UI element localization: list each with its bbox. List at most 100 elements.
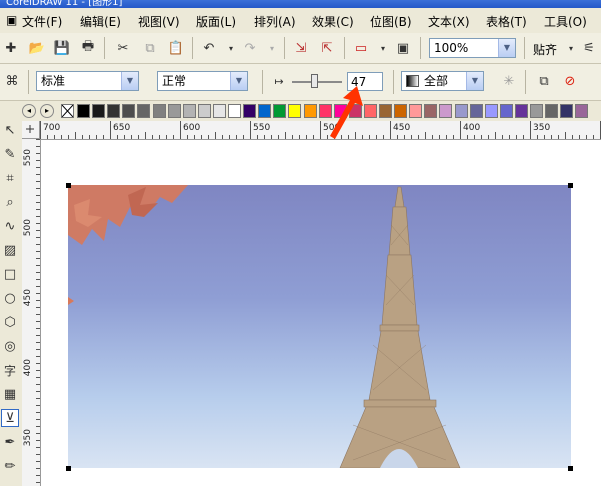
transparency-type-select[interactable]: 标准 ▼: [36, 71, 139, 91]
color-swatch[interactable]: [530, 104, 543, 118]
menu-file[interactable]: 文件(F): [22, 13, 62, 30]
color-swatch[interactable]: [469, 104, 483, 118]
selection-handle-bottom-left[interactable]: [66, 466, 71, 471]
chevron-down-icon[interactable]: ▼: [121, 72, 138, 90]
new-document-icon[interactable]: ✚: [2, 39, 20, 57]
print-icon[interactable]: 🖶: [79, 39, 97, 57]
menu-text[interactable]: 文本(X): [428, 13, 470, 30]
ellipse-tool-icon[interactable]: ○: [1, 289, 19, 307]
selection-handle-bottom-right[interactable]: [568, 466, 573, 471]
menu-arrange[interactable]: 排列(A): [254, 13, 296, 30]
color-swatch[interactable]: [107, 104, 121, 118]
color-swatch[interactable]: [212, 104, 226, 118]
apply-to-select[interactable]: 全部 ▼: [401, 71, 484, 91]
menu-bitmaps[interactable]: 位图(B): [370, 13, 412, 30]
paste-icon[interactable]: 📋: [167, 39, 185, 57]
chevron-down-icon[interactable]: ▼: [498, 39, 515, 57]
table-tool-icon[interactable]: ▦: [1, 385, 19, 403]
color-swatch[interactable]: [575, 104, 589, 118]
redo-icon[interactable]: ↷: [241, 39, 259, 57]
merge-mode-select[interactable]: 正常 ▼: [157, 71, 248, 91]
snap-to-label[interactable]: 贴齐: [533, 41, 557, 58]
color-swatch[interactable]: [424, 104, 438, 118]
outline-tool-icon[interactable]: ✏: [1, 457, 19, 475]
polygon-tool-icon[interactable]: ⬡: [1, 313, 19, 331]
rectangle-tool-icon[interactable]: □: [1, 265, 19, 283]
cut-icon[interactable]: ✂: [114, 39, 132, 57]
vertical-ruler[interactable]: 550 500 450 400 350: [22, 139, 41, 486]
no-color-swatch[interactable]: [61, 104, 74, 118]
palette-scroll-right-icon[interactable]: ▸: [40, 104, 54, 118]
zoom-level-select[interactable]: 100% ▼: [429, 38, 516, 58]
text-tool-icon[interactable]: 字: [1, 361, 19, 379]
freehand-tool-icon[interactable]: ∿: [1, 217, 19, 235]
color-swatch[interactable]: [288, 104, 302, 118]
selection-handle-top-left[interactable]: [66, 183, 71, 188]
chevron-down-icon[interactable]: ▼: [230, 72, 247, 90]
color-swatch[interactable]: [152, 104, 166, 118]
color-swatch[interactable]: [122, 104, 136, 118]
color-swatch[interactable]: [92, 104, 106, 118]
color-swatch[interactable]: [303, 104, 317, 118]
color-swatch[interactable]: [454, 104, 468, 118]
transparency-tool-icon[interactable]: ⊻: [1, 409, 19, 427]
copy-icon[interactable]: ⧉: [141, 39, 159, 57]
pick-tool-icon[interactable]: ↖: [1, 121, 19, 139]
freeze-icon[interactable]: ✳: [500, 72, 518, 90]
smart-fill-icon[interactable]: ▨: [1, 241, 19, 259]
welcome-screen-icon[interactable]: ▣: [394, 39, 412, 57]
zoom-tool-icon[interactable]: ⌕: [1, 193, 19, 211]
menu-tools[interactable]: 工具(O): [544, 13, 587, 30]
app-menu-icon[interactable]: ▣: [6, 13, 17, 27]
ruler-origin[interactable]: [22, 121, 40, 139]
palette-scroll-left-icon[interactable]: ◂: [22, 104, 36, 118]
menu-effects[interactable]: 效果(C): [312, 13, 354, 30]
export-icon[interactable]: ⇱: [318, 39, 336, 57]
redo-dropdown-icon[interactable]: ▾: [263, 39, 281, 57]
menu-view[interactable]: 视图(V): [138, 13, 180, 30]
undo-icon[interactable]: ↶: [200, 39, 218, 57]
launcher-dropdown-icon[interactable]: ▾: [374, 39, 392, 57]
clear-transparency-icon[interactable]: ⊘: [561, 72, 579, 90]
eiffel-tower-photo[interactable]: [68, 185, 571, 468]
undo-dropdown-icon[interactable]: ▾: [222, 39, 240, 57]
menu-table[interactable]: 表格(T): [486, 13, 527, 30]
color-swatch[interactable]: [560, 104, 574, 118]
color-swatch[interactable]: [409, 104, 423, 118]
spiral-tool-icon[interactable]: ◎: [1, 337, 19, 355]
color-swatch[interactable]: [182, 104, 196, 118]
horizontal-ruler[interactable]: 700 650 600 550 500 450 400 350: [40, 121, 601, 140]
color-swatch[interactable]: [228, 104, 241, 118]
color-swatch[interactable]: [545, 104, 559, 118]
color-swatch[interactable]: [499, 104, 513, 118]
color-swatch[interactable]: [394, 104, 408, 118]
snap-dropdown-icon[interactable]: ▾: [562, 39, 580, 57]
eyedropper-tool-icon[interactable]: ✒: [1, 433, 19, 451]
import-icon[interactable]: ⇲: [292, 39, 310, 57]
color-swatch[interactable]: [167, 104, 181, 118]
edit-transparency-icon[interactable]: ⌘: [3, 72, 21, 90]
application-launcher-icon[interactable]: ▭: [352, 39, 370, 57]
opacity-slider-thumb[interactable]: [311, 74, 318, 88]
options-icon[interactable]: ⚟: [580, 39, 598, 57]
color-swatch[interactable]: [484, 104, 498, 118]
crop-tool-icon[interactable]: ⌗: [1, 169, 19, 187]
color-swatch[interactable]: [137, 104, 151, 118]
shape-tool-icon[interactable]: ✎: [1, 145, 19, 163]
color-swatch[interactable]: [258, 104, 272, 118]
color-swatch[interactable]: [197, 104, 211, 118]
menu-edit[interactable]: 编辑(E): [80, 13, 121, 30]
color-swatch[interactable]: [379, 104, 392, 118]
chevron-down-icon[interactable]: ▼: [466, 72, 483, 90]
color-swatch[interactable]: [243, 104, 257, 118]
copy-transparency-icon[interactable]: ⧉: [535, 72, 553, 90]
color-swatch[interactable]: [514, 104, 528, 118]
selection-handle-top-right[interactable]: [568, 183, 573, 188]
color-swatch[interactable]: [439, 104, 453, 118]
menu-layout[interactable]: 版面(L): [196, 13, 236, 30]
open-folder-icon[interactable]: 📂: [28, 39, 46, 57]
color-swatch[interactable]: [77, 104, 90, 118]
color-swatch[interactable]: [273, 104, 287, 118]
color-swatch[interactable]: [363, 104, 377, 118]
save-icon[interactable]: 💾: [53, 39, 71, 57]
